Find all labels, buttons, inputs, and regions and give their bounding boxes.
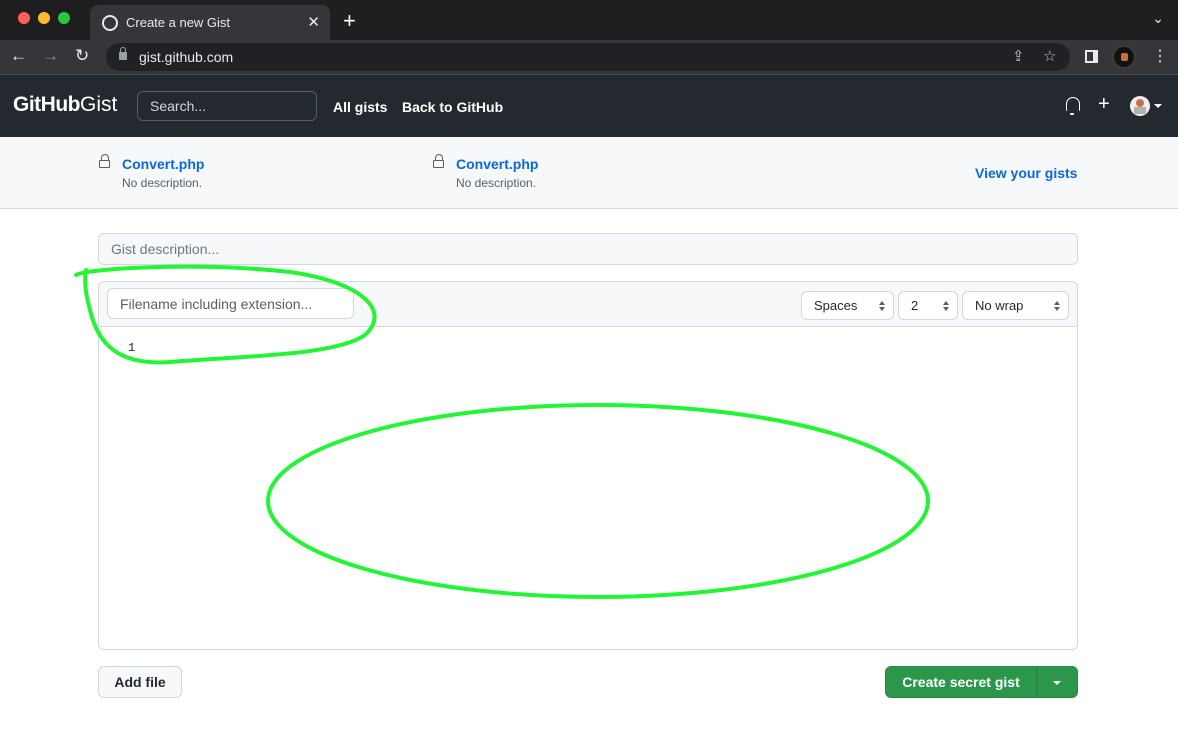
line-number: 1	[128, 341, 136, 355]
select-arrows-icon	[1054, 301, 1060, 311]
browser-tab-strip: Create a new Gist ✕ + ⌄	[0, 0, 1178, 40]
recent-gist-link[interactable]: Convert.php	[122, 156, 204, 172]
github-gist-logo[interactable]: GitHubGist	[13, 93, 117, 117]
search-input[interactable]	[137, 91, 317, 121]
back-arrow-icon[interactable]: ←	[10, 46, 27, 66]
address-bar[interactable]: gist.github.com ⇪ ☆	[106, 43, 1070, 71]
indent-mode-value: Spaces	[814, 298, 858, 313]
indent-size-value: 2	[911, 298, 919, 313]
new-gist-plus-icon[interactable]: +	[1098, 93, 1110, 116]
lock-icon	[433, 154, 444, 168]
indent-size-select[interactable]: 2	[898, 291, 958, 320]
browser-toolbar: ← → ↻ gist.github.com ⇪ ☆ ⋮	[0, 40, 1178, 75]
code-editor[interactable]: 1	[99, 327, 1077, 649]
gist-description-input[interactable]	[98, 233, 1078, 265]
notification-bell-icon[interactable]	[1066, 97, 1080, 115]
url-text: gist.github.com	[139, 49, 234, 65]
file-editor-header: Spaces 2 No wrap	[99, 282, 1077, 327]
maximize-window-button[interactable]	[58, 12, 70, 24]
logo-github-text: GitHub	[13, 93, 80, 116]
bookmark-star-icon[interactable]: ☆	[1043, 47, 1056, 65]
recent-gist-description: No description.	[456, 176, 537, 190]
close-tab-icon[interactable]: ✕	[307, 13, 320, 31]
github-favicon-icon	[102, 14, 118, 31]
close-window-button[interactable]	[18, 12, 30, 24]
wrap-mode-value: No wrap	[975, 298, 1024, 313]
forward-arrow-icon[interactable]: →	[42, 46, 59, 66]
create-secret-gist-button[interactable]: Create secret gist	[885, 666, 1037, 698]
browser-menu-icon[interactable]: ⋮	[1152, 46, 1168, 66]
new-tab-button[interactable]: +	[343, 8, 356, 34]
add-file-button[interactable]: Add file	[98, 666, 182, 698]
all-gists-link[interactable]: All gists	[333, 99, 387, 115]
gist-header: GitHubGist All gists Back to GitHub +	[0, 75, 1178, 137]
view-your-gists-link[interactable]: View your gists	[975, 165, 1077, 181]
select-arrows-icon	[943, 301, 949, 311]
tab-search-chevron-icon[interactable]: ⌄	[1152, 10, 1164, 27]
share-icon[interactable]: ⇪	[1012, 47, 1025, 65]
indent-mode-select[interactable]: Spaces	[801, 291, 894, 320]
recent-gist-link[interactable]: Convert.php	[456, 156, 538, 172]
lock-icon	[99, 154, 110, 168]
user-avatar[interactable]	[1130, 96, 1150, 116]
create-options-dropdown-button[interactable]	[1036, 666, 1078, 698]
browser-tab[interactable]: Create a new Gist ✕	[90, 5, 330, 40]
select-arrows-icon	[879, 301, 885, 311]
reload-icon[interactable]: ↻	[75, 46, 89, 66]
file-editor-box: Spaces 2 No wrap 1	[98, 281, 1078, 650]
tab-title: Create a new Gist	[126, 15, 231, 30]
filename-input[interactable]	[107, 288, 354, 319]
logo-gist-text: Gist	[79, 93, 118, 116]
avatar-caret-icon[interactable]	[1154, 104, 1162, 108]
recent-gist-description: No description.	[122, 176, 203, 190]
browser-profile-avatar[interactable]	[1113, 46, 1135, 68]
wrap-mode-select[interactable]: No wrap	[962, 291, 1069, 320]
recent-gists-bar: Convert.php No description. Convert.php …	[0, 137, 1178, 209]
side-panel-icon[interactable]	[1085, 50, 1098, 63]
back-to-github-link[interactable]: Back to GitHub	[402, 99, 503, 115]
lock-icon	[119, 47, 127, 60]
minimize-window-button[interactable]	[38, 12, 50, 24]
